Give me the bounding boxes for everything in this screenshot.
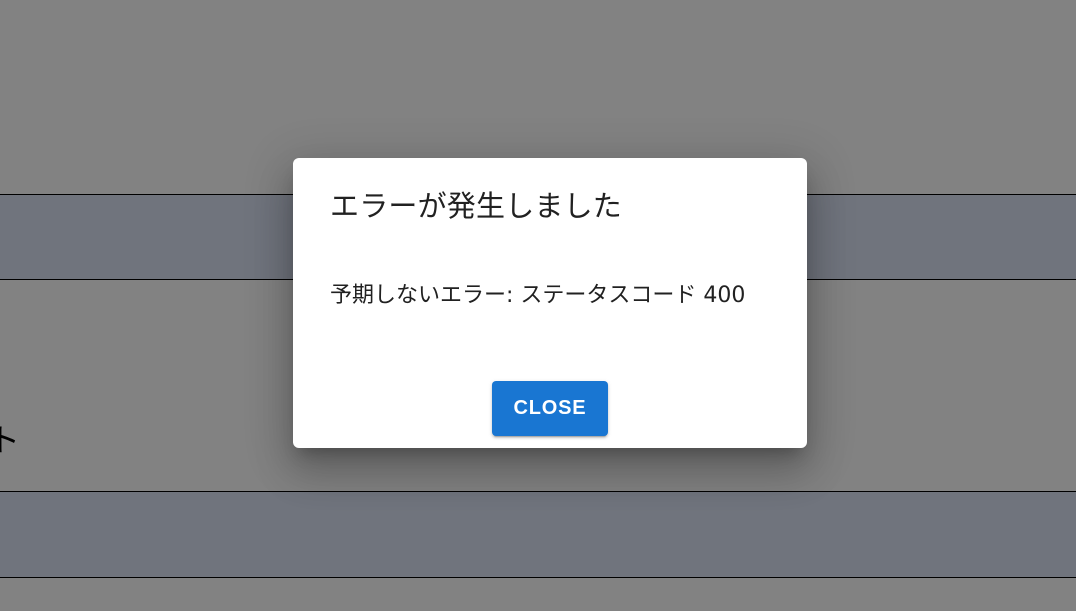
dialog-message: 予期しないエラー: ステータスコード 400 xyxy=(330,283,746,308)
close-button[interactable]: CLOSE xyxy=(492,381,608,436)
dialog-title: エラーが発生しました xyxy=(330,189,623,223)
page: ト エラーが発生しました 予期しないエラー: ステータスコード 400 CLOS… xyxy=(0,0,1076,611)
error-dialog: エラーが発生しました 予期しないエラー: ステータスコード 400 CLOSE xyxy=(293,158,807,448)
